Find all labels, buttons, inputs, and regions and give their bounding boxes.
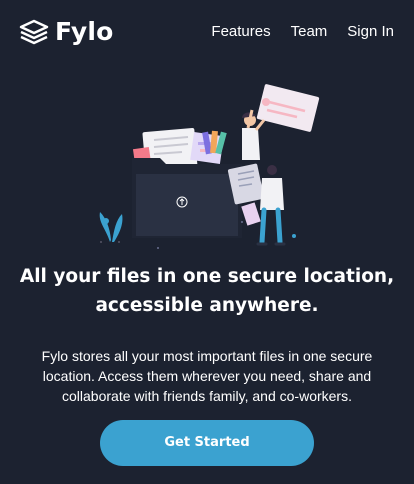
hero-description: Fylo stores all your most important file… [41,348,373,404]
nav-link-features[interactable]: Features [211,22,270,42]
stacked-layers-icon [19,19,49,45]
hero-title: All your files in one secure location, a… [19,266,395,316]
site-header: Fylo Features Team Sign In [0,0,414,64]
get-started-button[interactable]: Get Started [100,420,314,466]
nav-link-sign-in[interactable]: Sign In [347,22,394,42]
brand-name: Fylo [55,17,114,46]
hero-illustration [99,84,320,249]
main-nav: Features Team Sign In [211,22,394,42]
folder-illustration [132,158,242,238]
brand-logo[interactable]: Fylo [19,18,114,46]
nav-link-team[interactable]: Team [291,22,328,42]
plant-illustration [99,212,123,243]
